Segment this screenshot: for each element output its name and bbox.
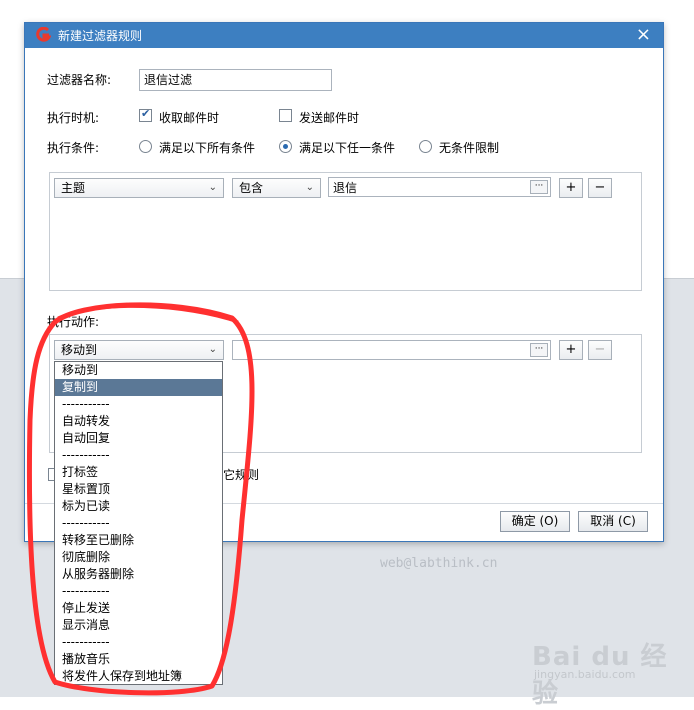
dropdown-item-copy[interactable]: 复制到 <box>55 379 222 396</box>
dropdown-separator: ----------- <box>62 635 110 649</box>
condition-field-select[interactable]: 主题 ⌄ <box>54 178 224 198</box>
condition-browse-button[interactable]: ··· <box>530 180 548 194</box>
dropdown-item-move[interactable]: 移动到 <box>55 362 222 379</box>
dropdown-item-tag[interactable]: 打标签 <box>55 464 222 481</box>
dropdown-item-show-message[interactable]: 显示消息 <box>55 617 222 634</box>
cancel-button[interactable]: 取消 (C) <box>578 511 648 532</box>
close-icon[interactable]: × <box>636 24 651 46</box>
receive-label: 收取邮件时 <box>159 111 220 125</box>
stop-rules-label: 它规则 <box>223 468 260 482</box>
dropdown-item-save-sender[interactable]: 将发件人保存到地址簿 <box>55 668 222 685</box>
filter-name-input[interactable]: 退信过滤 <box>139 69 332 91</box>
remove-action-button[interactable]: − <box>588 340 612 360</box>
condition-radio-all[interactable] <box>139 140 152 153</box>
dropdown-item-stop-sending[interactable]: 停止发送 <box>55 600 222 617</box>
condition-option-any: 满足以下任一条件 <box>299 141 396 155</box>
action-label: 执行动作: <box>47 315 100 329</box>
condition-field-value: 主题 <box>61 181 86 195</box>
add-condition-button[interactable]: + <box>559 178 583 198</box>
dropdown-separator: ----------- <box>62 584 110 598</box>
condition-operator-select[interactable]: 包含 ⌄ <box>232 178 321 198</box>
remove-condition-button[interactable]: − <box>588 178 612 198</box>
filter-name-label: 过滤器名称: <box>47 73 112 87</box>
dropdown-item-play-music[interactable]: 播放音乐 <box>55 651 222 668</box>
dropdown-item-mark-read[interactable]: 标为已读 <box>55 498 222 515</box>
add-action-button[interactable]: + <box>559 340 583 360</box>
dialog-title: 新建过滤器规则 <box>58 29 143 43</box>
dialog-titlebar: 新建过滤器规则 × <box>25 23 663 48</box>
condition-value-input[interactable]: 退信 <box>328 177 551 197</box>
action-browse-button[interactable]: ··· <box>530 343 548 357</box>
action-select[interactable]: 移动到 ⌄ <box>54 340 224 360</box>
dropdown-item-forward[interactable]: 自动转发 <box>55 413 222 430</box>
chevron-down-icon: ⌄ <box>305 182 314 193</box>
send-checkbox[interactable] <box>279 109 292 122</box>
check-icon: ✔ <box>141 107 151 120</box>
action-dropdown-list: 移动到 复制到 ----------- 自动转发 自动回复 ----------… <box>54 361 223 685</box>
dropdown-separator: ----------- <box>62 516 110 530</box>
chevron-down-icon: ⌄ <box>208 182 217 193</box>
chevron-down-icon: ⌄ <box>208 344 217 355</box>
action-target-input[interactable] <box>232 340 551 360</box>
condition-option-all: 满足以下所有条件 <box>159 141 256 155</box>
condition-operator-value: 包含 <box>239 181 264 195</box>
ok-button[interactable]: 确定 (O) <box>500 511 570 532</box>
dropdown-separator: ----------- <box>62 397 110 411</box>
dropdown-item-star[interactable]: 星标置顶 <box>55 481 222 498</box>
dropdown-item-delete[interactable]: 彻底删除 <box>55 549 222 566</box>
condition-option-none: 无条件限制 <box>439 141 500 155</box>
dropdown-item-trash[interactable]: 转移至已删除 <box>55 532 222 549</box>
dropdown-item-server-delete[interactable]: 从服务器删除 <box>55 566 222 583</box>
baidu-url: jingyan.baidu.com <box>534 668 636 681</box>
dropdown-separator: ----------- <box>62 448 110 462</box>
dropdown-item-reply[interactable]: 自动回复 <box>55 430 222 447</box>
condition-radio-none[interactable] <box>419 140 432 153</box>
radio-dot-icon <box>283 144 288 149</box>
receive-checkbox[interactable]: ✔ <box>139 107 152 122</box>
send-label: 发送邮件时 <box>299 111 360 125</box>
condition-radio-any[interactable] <box>279 140 292 153</box>
timing-label: 执行时机: <box>47 111 100 125</box>
watermark-text: web@labthink.cn <box>380 556 498 571</box>
condition-label: 执行条件: <box>47 141 100 155</box>
app-logo-icon <box>36 27 51 42</box>
action-select-value: 移动到 <box>61 343 98 357</box>
